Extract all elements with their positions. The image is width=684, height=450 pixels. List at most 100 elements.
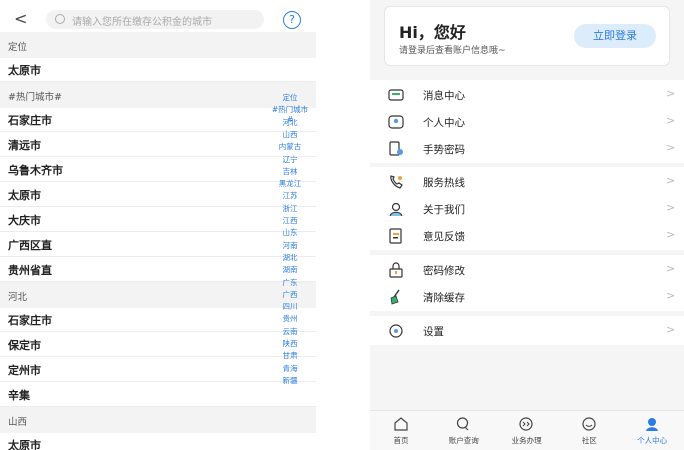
index-letter[interactable]: 吉林 — [270, 166, 310, 177]
index-letter[interactable]: 内蒙古 — [270, 141, 310, 152]
city-item[interactable]: 保定市 — [0, 332, 316, 357]
index-letter[interactable]: 广东 — [270, 277, 310, 288]
menu-item[interactable]: 手势密码 > — [370, 135, 684, 162]
menu-item[interactable]: 服务热线 > — [370, 168, 684, 195]
city-item[interactable]: 大庆市 — [0, 207, 316, 232]
index-letter[interactable]: 江苏 — [270, 190, 310, 201]
menu-item[interactable]: 清除缓存 > — [370, 283, 684, 310]
status-bar — [0, 0, 316, 8]
city-item[interactable]: 石家庄市 — [0, 307, 316, 332]
section-header-label: 山西 — [8, 417, 28, 428]
menu-item[interactable]: 个人中心 > — [370, 108, 684, 135]
index-letter[interactable]: 山东 — [270, 227, 310, 238]
city-item[interactable]: 乌鲁木齐市 — [0, 157, 316, 182]
city-item[interactable]: 定州市 — [0, 357, 316, 382]
city-search-input[interactable]: 请输入您所在缴存公积金的城市 — [46, 10, 264, 29]
chevron-right-icon: > — [666, 87, 676, 100]
city-item[interactable]: 清远市 — [0, 132, 316, 157]
back-icon[interactable]: < — [14, 9, 27, 28]
city-item[interactable]: 广西区直 — [0, 232, 316, 257]
menu-item-label: 消息中心 — [423, 90, 465, 102]
menu-item-label: 手势密码 — [423, 144, 465, 156]
chevron-right-icon: > — [666, 262, 676, 275]
index-letter[interactable]: 湖南 — [270, 264, 310, 275]
city-item[interactable]: 太原市 — [0, 182, 316, 207]
city-item[interactable]: 石家庄市 — [0, 107, 316, 132]
menu-group: 设置 > — [370, 316, 684, 345]
phone-icon — [388, 174, 404, 190]
chevron-right-icon: > — [666, 228, 676, 241]
tab-home[interactable]: 首页 — [370, 411, 432, 450]
city-name: 保定市 — [8, 339, 41, 352]
menu-item[interactable]: 设置 > — [370, 317, 684, 344]
gesture-password-icon — [388, 141, 404, 157]
login-button[interactable]: 立即登录 — [574, 24, 656, 48]
section-header: 定位 — [0, 32, 316, 58]
menu-item[interactable]: 关于我们 > — [370, 195, 684, 222]
city-item[interactable]: 辛集 — [0, 382, 316, 407]
city-name: 定州市 — [8, 364, 41, 377]
city-item[interactable]: 太原市 — [0, 432, 316, 450]
tab-label: 业务办理 — [511, 436, 542, 445]
tab-search[interactable]: 账户查询 — [433, 411, 495, 450]
index-letter[interactable]: 陕西 — [270, 338, 310, 349]
city-name: 广西区直 — [8, 239, 52, 252]
city-picker-screen: < 请输入您所在缴存公积金的城市 ? 定位 太原市 #热门城市# 石家庄市 清远市 乌鲁木… — [0, 0, 316, 450]
index-letter[interactable]: 新疆 — [270, 375, 310, 386]
city-name: 清远市 — [8, 139, 41, 152]
home-icon — [392, 416, 409, 433]
search-icon — [55, 14, 65, 24]
menu-item-label: 设置 — [423, 326, 444, 338]
search-bar: < 请输入您所在缴存公积金的城市 ? — [0, 8, 316, 32]
city-name: 石家庄市 — [8, 114, 52, 127]
index-letter[interactable]: 河南 — [270, 240, 310, 251]
index-letter[interactable]: 定位 — [270, 92, 310, 103]
chevron-right-icon: > — [666, 114, 676, 127]
city-name: 乌鲁木齐市 — [8, 164, 63, 177]
index-letter[interactable]: 甘肃 — [270, 350, 310, 361]
city-name: 太原市 — [8, 64, 41, 77]
login-card: Hi，您好 请登录后查看账户信息哦~ 立即登录 — [384, 6, 670, 66]
profile-screen: Hi，您好 请登录后查看账户信息哦~ 立即登录 消息中心 > 个人中心 > 手势密码 > 服… — [370, 0, 684, 450]
menu-item[interactable]: 意见反馈 > — [370, 222, 684, 249]
index-letter[interactable]: 山西 — [270, 129, 310, 140]
broom-icon — [388, 289, 404, 305]
city-name: 辛集 — [8, 389, 30, 402]
greeting-subtitle: 请登录后查看账户信息哦~ — [399, 46, 506, 56]
search-icon — [455, 416, 472, 433]
index-letter[interactable]: 云南 — [270, 326, 310, 337]
tab-user-center[interactable]: 个人中心 — [621, 411, 683, 450]
tab-business[interactable]: 业务办理 — [496, 411, 558, 450]
tab-community[interactable]: 社区 — [558, 411, 620, 450]
city-item[interactable]: 太原市 — [0, 57, 316, 82]
index-letter[interactable]: 四川 — [270, 301, 310, 312]
tab-label: 首页 — [393, 436, 409, 445]
lock-icon — [388, 262, 404, 278]
index-letter[interactable]: 贵州 — [270, 313, 310, 324]
search-placeholder: 请输入您所在缴存公积金的城市 — [72, 17, 212, 28]
feedback-icon — [388, 228, 404, 244]
index-letter[interactable]: 湖北 — [270, 252, 310, 263]
index-letter[interactable]: 黑龙江 — [270, 178, 310, 189]
section-header-label: 河北 — [8, 292, 28, 303]
menu-item[interactable]: 密码修改 > — [370, 256, 684, 283]
city-name: 太原市 — [8, 189, 41, 202]
city-name: 贵州省直 — [8, 264, 52, 277]
menu-item[interactable]: 消息中心 > — [370, 81, 684, 108]
user-center-icon — [643, 416, 660, 433]
index-letter[interactable]: 青海 — [270, 363, 310, 374]
person-icon — [388, 114, 404, 130]
index-letter[interactable]: 广西 — [270, 289, 310, 300]
tab-label: 社区 — [581, 436, 597, 445]
section-header: #热门城市# — [0, 82, 316, 108]
chevron-right-icon: > — [666, 201, 676, 214]
help-icon[interactable]: ? — [283, 11, 301, 29]
index-letter[interactable]: 浙江 — [270, 203, 310, 214]
city-item[interactable]: 贵州省直 — [0, 257, 316, 282]
settings-icon — [388, 323, 404, 339]
menu-group: 密码修改 > 清除缓存 > — [370, 255, 684, 311]
index-letter[interactable]: 江西 — [270, 215, 310, 226]
tab-label: 账户查询 — [448, 436, 479, 445]
index-letter[interactable]: 河北 — [270, 117, 310, 128]
index-letter[interactable]: 辽宁 — [270, 154, 310, 165]
